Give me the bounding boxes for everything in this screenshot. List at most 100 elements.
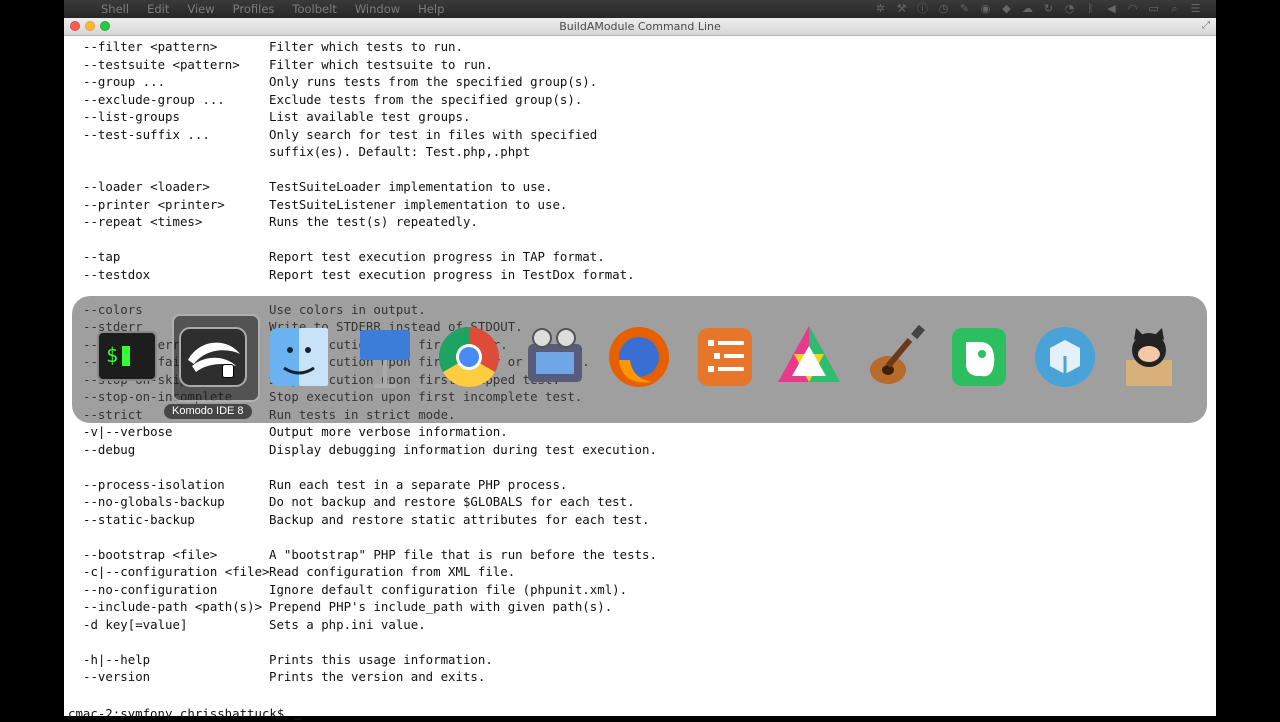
keynote-app-icon[interactable] (348, 320, 422, 394)
finder-app-icon[interactable] (262, 320, 336, 394)
shell-prompt[interactable]: cmac-2:symfony chrisshattuck$ (68, 705, 301, 722)
option-description: Report test execution progress in TAP fo… (269, 249, 605, 264)
github-icon (1126, 328, 1172, 386)
option-description: Display debugging information during tes… (269, 441, 657, 457)
option-name: --test-suffix ... (83, 126, 210, 142)
option-name: --debug (83, 441, 136, 457)
option-name: --testdox (83, 266, 151, 282)
option-description: Prints this usage information. (269, 651, 493, 667)
option-name: --version (83, 669, 151, 684)
option-description: Runs the test(s) repeatedly. (269, 214, 478, 229)
option-name: --process-isolation (83, 476, 225, 492)
option-description: Output more verbose information. (269, 424, 508, 439)
menu-toolbelt[interactable]: Toolbelt (283, 2, 345, 16)
evernote-app-icon[interactable] (942, 320, 1016, 394)
close-button[interactable] (70, 21, 80, 31)
option-description: List available test groups. (269, 109, 471, 124)
option-name: -c|--configuration <file> (83, 564, 270, 579)
imovie-icon (528, 328, 582, 382)
keynote-icon (360, 330, 410, 388)
window-title: BuildAModule Command Line (559, 20, 721, 33)
option-description: TestSuiteLoader implementation to use. (269, 179, 553, 194)
omnioutliner-icon (698, 328, 752, 386)
option-name: --tap (83, 249, 121, 264)
finder-icon (270, 328, 328, 386)
komodo-icon (179, 327, 247, 387)
terminal-app-icon[interactable]: $ (90, 320, 164, 394)
terminal-icon: $ (97, 331, 157, 381)
info-icon[interactable]: ⓘ (916, 3, 929, 15)
menu-help[interactable]: Help (409, 2, 453, 16)
box-icon (1035, 327, 1095, 387)
colorsync-app-icon[interactable] (772, 320, 846, 394)
option-description: Filter which testsuite to run. (269, 56, 493, 72)
title-bar[interactable]: BuildAModule Command Line ⤢ (64, 18, 1216, 36)
option-name: --printer <printer> (83, 196, 225, 212)
bluetooth-icon[interactable]: ᛒ (1084, 3, 1097, 15)
option-description: Filter which tests to run. (269, 39, 463, 54)
zoom-button[interactable] (100, 21, 110, 31)
wifi-icon[interactable]: ◠ (1126, 3, 1139, 15)
traffic-lights (70, 21, 110, 31)
chrome-icon (438, 327, 499, 388)
pointer-icon (222, 364, 234, 378)
github-app-icon[interactable] (1112, 320, 1186, 394)
eye-icon[interactable]: ◉ (979, 3, 992, 15)
battery-icon[interactable]: ▭ (1147, 3, 1160, 15)
option-name: -d key[=value] (83, 616, 188, 632)
menu-shell[interactable]: Shell (92, 2, 138, 16)
menu-edit[interactable]: Edit (138, 2, 178, 16)
option-description: Prepend PHP's include_path with given pa… (269, 599, 613, 614)
option-description: Read configuration from XML file. (269, 564, 516, 579)
time-machine-icon[interactable]: ◔ (1063, 3, 1076, 15)
menu-view[interactable]: View (178, 2, 223, 16)
option-description: Backup and restore static attributes for… (269, 511, 650, 527)
option-description: Only runs tests from the specified group… (269, 74, 598, 89)
option-name: --static-backup (83, 511, 195, 527)
option-name: --group ... (83, 74, 166, 89)
option-description: suffix(es). Default: Test.php,.phpt (269, 144, 531, 159)
option-description: Sets a php.ini value. (269, 616, 426, 632)
option-description: Do not backup and restore $GLOBALS for e… (269, 494, 635, 509)
gear-icon[interactable]: ✲ (874, 3, 887, 15)
option-name: --include-path <path(s)> (83, 599, 263, 614)
option-name: -v|--verbose (83, 424, 173, 439)
sync-icon[interactable]: ↻ (1042, 3, 1055, 15)
firefox-app-icon[interactable] (602, 320, 676, 394)
fullscreen-icon[interactable]: ⤢ (1200, 20, 1212, 32)
cloud-icon[interactable]: ☁ (1021, 3, 1034, 15)
imovie-app-icon[interactable] (518, 320, 592, 394)
option-name: --repeat <times> (83, 214, 203, 229)
search-icon[interactable]: ⌕ (1168, 3, 1181, 15)
option-description: Exclude tests from the specified group(s… (269, 91, 583, 107)
menu-profiles[interactable]: Profiles (224, 2, 284, 16)
menu-window[interactable]: Window (346, 2, 409, 16)
option-description: Prints the version and exits. (269, 669, 486, 684)
clock-icon[interactable]: ◷ (937, 3, 950, 15)
option-name: --list-groups (83, 109, 180, 124)
option-name: --no-configuration (83, 581, 218, 597)
option-name: --exclude-group ... (83, 91, 225, 107)
volume-icon[interactable]: ◀ (1105, 3, 1118, 15)
evernote-icon (952, 328, 1006, 386)
firefox-icon (609, 327, 669, 387)
prompt-text: cmac-2:symfony chrisshattuck$ (68, 706, 292, 721)
app-switcher-label: Komodo IDE 8 (164, 404, 252, 419)
komodo-app-icon[interactable] (172, 314, 260, 402)
dropbox-icon[interactable]: ◆ (1000, 3, 1013, 15)
minimize-button[interactable] (85, 21, 95, 31)
option-name: --testsuite <pattern> (83, 56, 240, 72)
option-description: Only search for test in files with speci… (269, 126, 598, 142)
option-name: --no-globals-backup (83, 494, 225, 509)
tool-icon[interactable]: ⚒ (895, 3, 908, 15)
option-description: Report test execution progress in TestDo… (269, 266, 635, 282)
list-icon[interactable]: ☰ (1189, 3, 1202, 15)
svg-text:$: $ (106, 343, 118, 367)
garageband-app-icon[interactable] (858, 320, 932, 394)
colorsync-icon (778, 326, 840, 382)
wrench-icon[interactable]: ✎ (958, 3, 971, 15)
chrome-app-icon[interactable] (432, 320, 506, 394)
box-app-icon[interactable] (1028, 320, 1102, 394)
option-name: --filter <pattern> (83, 39, 218, 54)
omnioutliner-app-icon[interactable] (688, 320, 762, 394)
